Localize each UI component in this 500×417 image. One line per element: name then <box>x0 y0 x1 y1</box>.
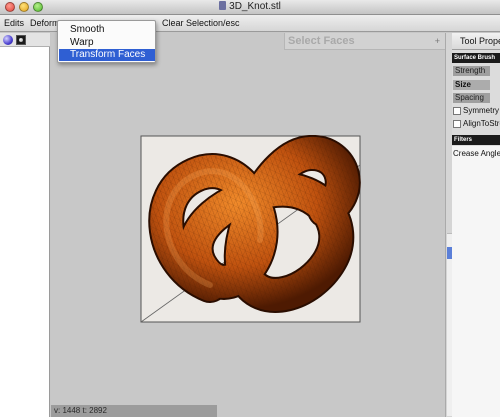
align-to-stroke-checkbox[interactable] <box>453 120 461 128</box>
menu-item-warp[interactable]: Warp <box>59 37 155 49</box>
material-row <box>0 33 50 47</box>
spacing-slider[interactable]: Spacing <box>453 93 490 103</box>
symmetry-row[interactable]: Symmetry <box>452 106 500 117</box>
left-panel <box>0 33 50 417</box>
title-bar: 3D_Knot.stl <box>0 0 500 15</box>
clear-selection-button[interactable]: Clear Selection/esc <box>162 18 240 28</box>
filters-body <box>452 146 500 417</box>
select-faces-panel-header[interactable]: Select Faces + <box>284 33 445 50</box>
align-to-stroke-label: AlignToStroke <box>463 119 500 128</box>
vertex-triangle-count: v: 1448 t: 2892 <box>51 405 217 417</box>
align-to-stroke-row[interactable]: AlignToStroke <box>452 119 500 130</box>
knot-mesh-scene[interactable] <box>140 135 362 325</box>
crease-angle-label: Crease Angle <box>453 149 500 158</box>
size-slider[interactable]: Size <box>453 80 490 90</box>
tab-tool-properties[interactable]: Tool Properties <box>452 33 500 50</box>
filters-header[interactable]: Filters <box>452 135 500 145</box>
edits-menu[interactable]: Edits <box>4 18 24 28</box>
window-title-area: 3D_Knot.stl <box>0 1 500 12</box>
menu-item-transform-faces[interactable]: Transform Faces <box>59 49 155 61</box>
select-faces-title: Select Faces <box>288 35 355 47</box>
deform-dropdown-menu: Smooth Warp Transform Faces <box>57 20 156 63</box>
window-title: 3D_Knot.stl <box>229 1 281 12</box>
symmetry-label: Symmetry <box>463 106 499 115</box>
expand-panel-button[interactable]: + <box>435 36 440 46</box>
symmetry-checkbox[interactable] <box>453 107 461 115</box>
tool-properties-panel: Tool Properties Surface Brush Strength S… <box>452 33 500 417</box>
matcap-sphere-icon[interactable] <box>16 35 26 45</box>
vertical-scrollbar[interactable] <box>445 33 452 417</box>
menu-item-smooth[interactable]: Smooth <box>59 24 155 36</box>
document-icon <box>219 1 227 10</box>
deform-menu-button[interactable]: Deform <box>30 18 60 28</box>
material-sphere-icon[interactable] <box>3 35 13 45</box>
strength-slider[interactable]: Strength <box>453 66 490 76</box>
3d-viewport[interactable]: Select Faces + v: 1448 t: 2892 <box>51 33 445 417</box>
surface-brush-header[interactable]: Surface Brush <box>452 53 500 63</box>
